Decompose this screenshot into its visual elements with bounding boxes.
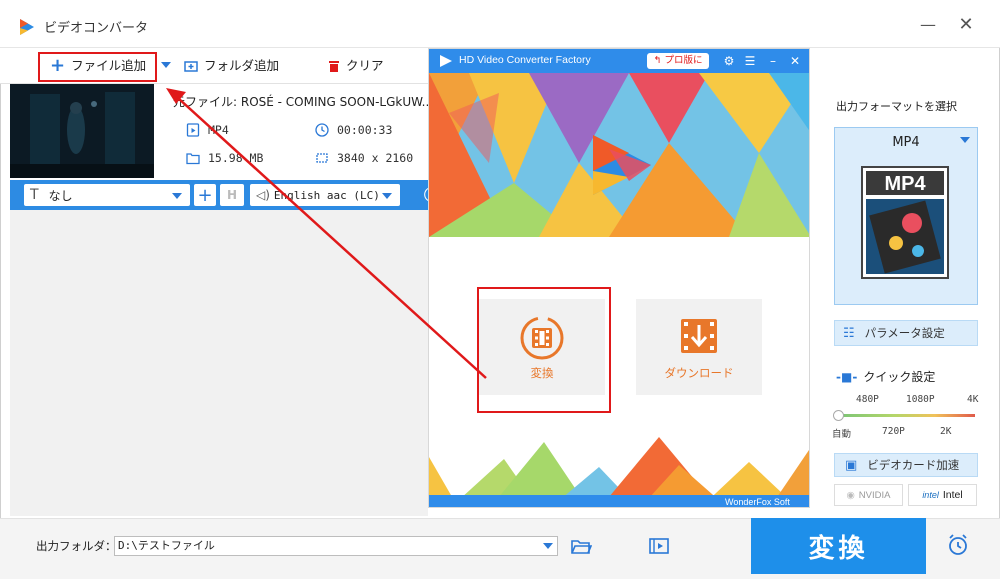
parameter-settings-label: パラメータ設定	[864, 326, 945, 340]
quick-settings-label: クイック設定	[863, 370, 936, 384]
close-icon[interactable]: ✕	[787, 53, 803, 69]
clear-label: クリア	[346, 58, 384, 73]
close-button[interactable]: ✕	[954, 14, 978, 38]
chevron-down-icon[interactable]	[543, 543, 553, 549]
file-size-value: 15.98 MB	[208, 151, 264, 165]
trash-icon	[329, 61, 339, 72]
audio-track-value: English aac (LC)	[273, 188, 380, 202]
chip-icon: ▣	[845, 457, 858, 473]
quality-auto: 自動	[832, 429, 852, 440]
gpu-acceleration-label: ビデオカード加速	[867, 458, 960, 472]
folder-icon	[186, 153, 200, 165]
download-tile-label: ダウンロード	[664, 366, 734, 380]
parameter-settings-button[interactable]: ☷ パラメータ設定	[834, 320, 978, 346]
intel-option[interactable]: intel Intel	[908, 484, 977, 506]
quality-720p: 720P	[882, 426, 905, 437]
file-list-area	[10, 210, 428, 516]
file-resolution: 3840 x 2160	[315, 151, 413, 165]
video-file-icon	[186, 123, 200, 137]
speaker-icon: ◁)	[256, 188, 270, 202]
clock-icon	[315, 123, 329, 137]
output-format-name: MP4	[892, 135, 920, 150]
intel-logo-icon: intel	[922, 490, 939, 500]
minimize-button[interactable]: —	[916, 14, 940, 38]
folder-add-icon	[184, 61, 198, 72]
file-duration: 00:00:33	[315, 123, 392, 137]
quality-480p: 480P	[856, 394, 879, 405]
launcher-logo-icon	[440, 55, 452, 67]
title-bar	[0, 0, 1000, 48]
clear-button[interactable]: クリア	[328, 54, 384, 78]
hardsub-button[interactable]: H	[220, 184, 244, 206]
output-folder-label: 出力フォルダ：	[36, 539, 117, 553]
chevron-down-icon[interactable]	[960, 137, 970, 143]
plus-icon: +	[197, 184, 213, 206]
menu-icon[interactable]: ☰	[742, 53, 758, 69]
file-resolution-value: 3840 x 2160	[337, 151, 414, 165]
resolution-icon	[316, 153, 328, 163]
video-thumbnail	[10, 84, 154, 178]
quality-4k: 4K	[967, 394, 979, 405]
file-duration-value: 00:00:33	[337, 123, 393, 137]
app-logo-icon	[20, 19, 34, 35]
upgrade-arrow-icon: ↰	[653, 55, 665, 66]
output-folder-input[interactable]: D:\テストファイル	[114, 536, 558, 556]
launcher-header: HD Video Converter Factory ↰ プロ版に ⚙ ☰ – …	[429, 49, 809, 73]
brand-label: WonderFox Soft	[725, 497, 790, 507]
quality-1080p: 1080P	[906, 394, 935, 405]
source-file-name: 元ファイル: ROSÉ - COMING SOON-LGkUW...	[173, 95, 428, 109]
upgrade-pro-label: プロ版に	[664, 55, 703, 66]
add-subtitle-button[interactable]: +	[194, 184, 216, 206]
open-folder-icon[interactable]	[570, 536, 592, 556]
settings-icon[interactable]: ⚙	[721, 53, 737, 69]
file-size: 15.98 MB	[186, 151, 263, 165]
chevron-down-icon	[172, 193, 182, 199]
quality-slider-track[interactable]	[840, 414, 975, 417]
launcher-title: HD Video Converter Factory	[459, 54, 591, 66]
convert-highlight-box	[477, 287, 611, 413]
intel-label: Intel	[942, 489, 963, 501]
nvidia-eye-icon: ◉	[846, 489, 855, 501]
hardsub-icon: H	[226, 188, 238, 202]
quality-slider-handle[interactable]	[833, 410, 844, 421]
file-format-value: MP4	[208, 123, 229, 137]
text-icon: T	[30, 187, 39, 203]
thumbnail-art	[10, 84, 154, 178]
gpu-acceleration-button[interactable]: ▣ ビデオカード加速	[834, 453, 978, 477]
quality-2k: 2K	[940, 426, 952, 437]
mp4-format-icon: MP4	[861, 166, 949, 279]
launcher-banner	[429, 73, 809, 237]
download-tile[interactable]: ダウンロード	[636, 299, 762, 395]
run-convert-button[interactable]: 変換	[751, 518, 926, 574]
file-format: MP4	[186, 123, 229, 137]
audio-track-select[interactable]: ◁) English aac (LC)	[250, 184, 400, 206]
mp4-format-icon-text: MP4	[884, 173, 926, 195]
add-file-dropdown-icon[interactable]	[161, 62, 171, 68]
sliders-icon: ☷	[843, 325, 855, 341]
nvidia-label: NVIDIA	[858, 489, 891, 501]
quick-slider-icon: -■-	[836, 369, 858, 384]
window-title: ビデオコンバータ	[44, 21, 149, 36]
subtitle-value: なし	[48, 188, 73, 203]
preview-output-icon[interactable]	[648, 536, 670, 556]
launcher-window: HD Video Converter Factory ↰ プロ版に ⚙ ☰ – …	[428, 48, 810, 508]
upgrade-pro-button[interactable]: ↰ プロ版に	[647, 53, 709, 69]
output-format-title: 出力フォーマットを選択	[836, 100, 957, 113]
quick-settings-title: -■- クイック設定	[836, 368, 935, 385]
add-folder-label: フォルダ追加	[204, 58, 280, 73]
banner-art	[429, 73, 809, 237]
add-folder-button[interactable]: フォルダ追加	[184, 54, 279, 78]
subtitle-select[interactable]: T なし	[24, 184, 190, 206]
download-film-icon	[681, 319, 717, 353]
minimize-icon[interactable]: –	[765, 53, 781, 69]
track-bar: T なし + H ◁) English aac (LC) ⓘ	[10, 180, 438, 210]
nvidia-option[interactable]: ◉ NVIDIA	[834, 484, 903, 506]
chevron-down-icon	[382, 193, 392, 199]
add-file-highlight-box	[38, 52, 157, 82]
alarm-clock-icon[interactable]	[946, 533, 970, 557]
